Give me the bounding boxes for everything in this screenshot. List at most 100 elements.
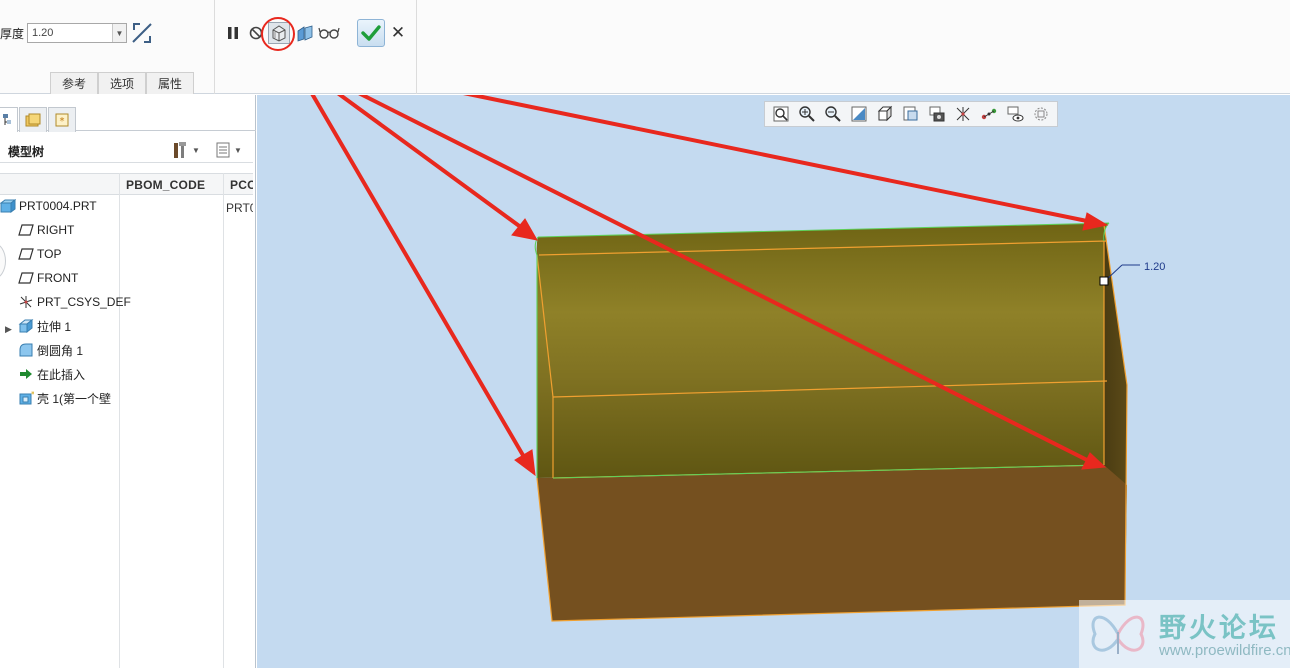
view-toolbar	[764, 101, 1058, 127]
expand-toggle-icon[interactable]: ▶	[5, 324, 12, 335]
column-divider	[119, 173, 120, 668]
zoom-out-icon	[825, 106, 841, 122]
spin-center-icon	[981, 108, 997, 120]
tab-folder-browser[interactable]	[19, 107, 47, 132]
thickness-dimension-label[interactable]: 1.20	[1144, 261, 1165, 273]
shell-icon: *	[18, 390, 34, 406]
tree-item-round[interactable]: 倒圆角 1	[18, 339, 83, 361]
zoom-fit-icon	[773, 106, 789, 122]
insert-arrow-icon	[18, 366, 34, 382]
thickness-drag-handle[interactable]	[1099, 276, 1109, 286]
svg-text:*: *	[60, 116, 65, 127]
model-viewport: 1.20	[310, 95, 1165, 622]
appearance-button[interactable]	[1028, 103, 1054, 125]
saved-views-icon	[903, 106, 918, 121]
tab-references[interactable]: 参考	[50, 72, 98, 94]
tree-item-label: 倒圆角 1	[37, 343, 84, 358]
shell-dashboard: 厚度 ▼ 参考 选项 属性	[0, 0, 1290, 94]
pause-icon	[228, 27, 238, 39]
annotation-display-button[interactable]	[1002, 103, 1028, 125]
tree-item-label: 壳 1(第一个壁	[37, 391, 112, 406]
watermark-url: www.proewildfire.cn	[1159, 642, 1290, 659]
repaint-icon	[851, 106, 867, 122]
watermark-name: 野火论坛	[1159, 613, 1279, 644]
tree-item-insert-here[interactable]: 在此插入	[18, 363, 85, 385]
tab-properties[interactable]: 属性	[146, 72, 194, 94]
tree-item-extrude[interactable]: 拉伸 1	[18, 315, 71, 337]
checkmark-icon	[361, 25, 381, 41]
camera-icon	[929, 106, 945, 122]
favorites-icon: *	[55, 113, 69, 127]
tab-model-tree[interactable]	[0, 107, 18, 132]
part-icon	[0, 198, 16, 214]
tree-item-part[interactable]: PRT0004.PRT	[0, 195, 97, 217]
pause-button[interactable]	[222, 22, 244, 44]
graphics-window[interactable]: 1.20 野火论坛 www.proewildfire.cn	[257, 95, 1290, 668]
tree-column-header: PBOM_CODE PCO	[0, 173, 253, 195]
tree-item-label: 拉伸 1	[37, 319, 72, 334]
tree-item-label: FRONT	[37, 271, 79, 285]
datum-display-icon	[956, 107, 970, 121]
zoom-out-button[interactable]	[820, 103, 846, 125]
column-divider	[223, 173, 224, 668]
tree-item-top[interactable]: TOP	[18, 243, 61, 265]
tools-icon	[174, 142, 186, 158]
list-page-icon	[216, 142, 230, 158]
thickness-dropdown-button[interactable]: ▼	[112, 24, 126, 42]
close-icon: ✕	[390, 23, 406, 42]
flip-direction-icon	[132, 23, 152, 43]
chevron-down-icon: ▼	[234, 145, 242, 155]
tree-item-shell[interactable]: * 壳 1(第一个壁	[18, 387, 111, 409]
cube-display-icon	[877, 105, 893, 122]
folder-icon	[25, 113, 41, 127]
ok-button[interactable]	[357, 19, 385, 47]
navigator-panel: * 模型树 ▼ ▼ PBOM_CODE PCO PRT0004.PRT PRT0…	[0, 95, 256, 668]
zoom-in-button[interactable]	[794, 103, 820, 125]
ribbon-separator	[214, 0, 215, 94]
display-style-button[interactable]	[872, 103, 898, 125]
verify-mode-icon	[297, 25, 313, 42]
tree-settings-button[interactable]: ▼	[172, 140, 200, 160]
view-manager-button[interactable]	[924, 103, 950, 125]
refit-button[interactable]	[768, 103, 794, 125]
appearance-icon	[1034, 107, 1048, 121]
glasses-icon	[318, 27, 340, 39]
column-pbom-code[interactable]: PBOM_CODE	[126, 178, 205, 192]
datum-plane-icon	[18, 270, 34, 286]
model-tree-icon	[3, 114, 11, 125]
tree-item-label: TOP	[37, 247, 62, 261]
datum-plane-icon	[18, 222, 34, 238]
thickness-label: 厚度	[0, 27, 25, 41]
tree-item-label: PRT0004.PRT	[19, 199, 97, 213]
svg-text:*: *	[31, 390, 34, 399]
repaint-button[interactable]	[846, 103, 872, 125]
column-pcode[interactable]: PCO	[230, 178, 253, 192]
round-icon	[18, 342, 34, 358]
flip-direction-button[interactable]	[131, 21, 153, 48]
navigator-tabs: *	[0, 107, 256, 132]
annotation-highlight-circle	[261, 17, 295, 51]
cancel-button[interactable]: ✕	[389, 23, 407, 43]
extrude-icon	[18, 318, 34, 334]
tree-item-right[interactable]: RIGHT	[18, 219, 74, 241]
saved-views-button[interactable]	[898, 103, 924, 125]
butterfly-logo-icon	[1091, 615, 1145, 654]
datum-plane-icon	[18, 246, 34, 262]
panel-grip	[0, 243, 6, 279]
glasses-preview-button[interactable]	[318, 22, 340, 44]
annotation-eye-icon	[1007, 106, 1024, 122]
spin-center-button[interactable]	[976, 103, 1002, 125]
tree-show-button[interactable]: ▼	[216, 140, 242, 160]
tree-item-label: 在此插入	[37, 367, 86, 382]
tab-favorites[interactable]: *	[48, 107, 76, 132]
tab-options[interactable]: 选项	[98, 72, 146, 94]
ribbon-separator	[416, 0, 417, 94]
zoom-in-icon	[799, 106, 815, 122]
forum-watermark: 野火论坛 www.proewildfire.cn	[1079, 600, 1290, 668]
tree-item-front[interactable]: FRONT	[18, 267, 78, 289]
verify-mode-button[interactable]	[294, 22, 316, 44]
pcode-value: PRT0	[226, 201, 253, 215]
datum-display-button[interactable]	[950, 103, 976, 125]
tree-item-csys[interactable]: PRT_CSYS_DEF	[18, 291, 131, 313]
csys-icon	[18, 294, 34, 310]
